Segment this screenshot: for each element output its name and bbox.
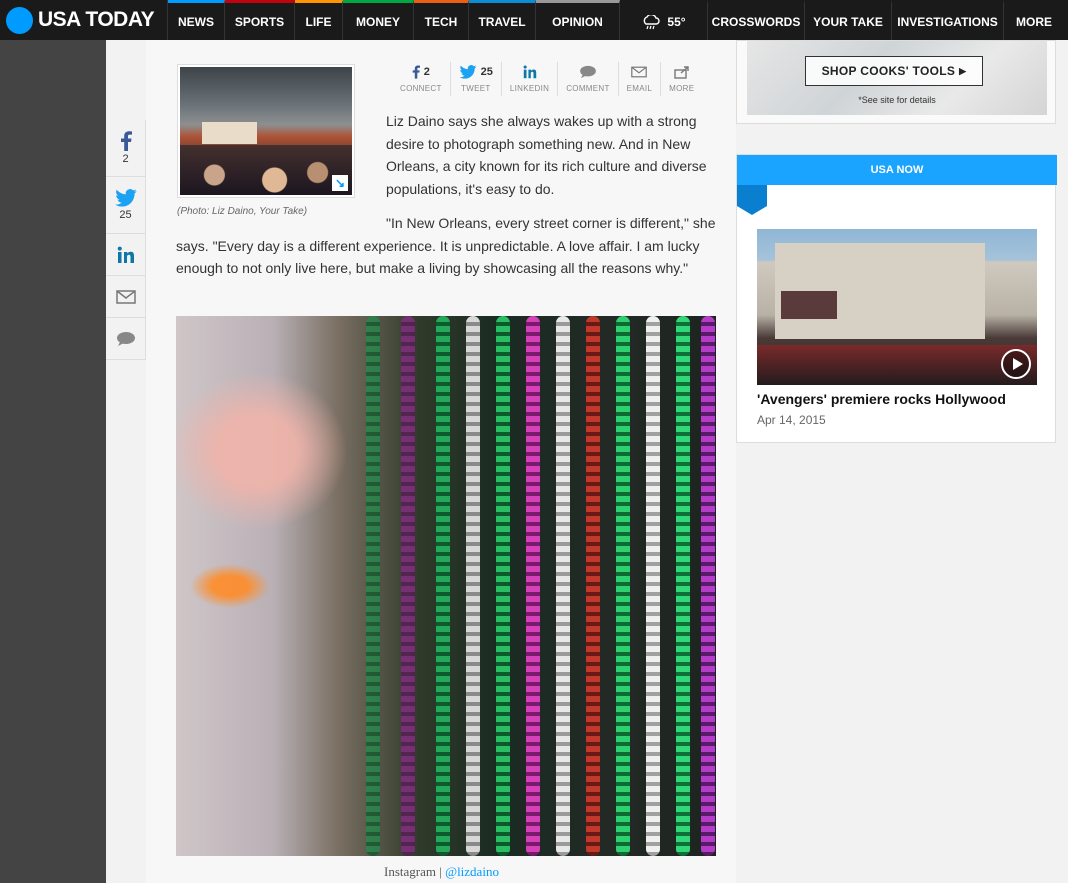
stage-shape xyxy=(202,122,257,144)
article-thumbnail[interactable]: ↘ xyxy=(177,64,355,198)
concert-crowd-image: ↘ xyxy=(180,67,352,195)
share-email-label: EMAIL xyxy=(626,84,653,93)
article-paragraph-1: Liz Daino says she always wakes up with … xyxy=(386,113,707,197)
bead-strand xyxy=(676,316,690,856)
rail-comment-button[interactable] xyxy=(106,318,145,360)
ribbon-fold-shape xyxy=(737,185,767,215)
share-bar: 2 CONNECT 25 TWEET LINKEDIN COMMENT EMAI… xyxy=(392,62,712,96)
nav-news[interactable]: NEWS xyxy=(168,0,225,40)
nav-investigations[interactable]: INVESTIGATIONS xyxy=(892,0,1004,40)
caret-right-icon: ▶ xyxy=(959,65,967,76)
ad-footnote: *See site for details xyxy=(858,95,936,105)
article-content: ↘ (Photo: Liz Daino, Your Take) 2 CONNEC… xyxy=(146,40,736,883)
nav-sports[interactable]: SPORTS xyxy=(225,0,295,40)
rain-cloud-icon xyxy=(641,13,661,29)
nav-life[interactable]: LIFE xyxy=(295,0,343,40)
nav-travel[interactable]: TRAVEL xyxy=(469,0,536,40)
screen-shape xyxy=(781,291,837,319)
twitter-icon xyxy=(459,65,477,79)
share-more-button[interactable]: MORE xyxy=(661,62,702,96)
right-rail: SHOP COOKS' TOOLS ▶ *See site for detail… xyxy=(736,40,1068,883)
rail-linkedin-button[interactable] xyxy=(106,234,145,276)
logo-dot-icon xyxy=(6,6,33,34)
rail-facebook-count: 2 xyxy=(122,153,129,165)
bead-strand xyxy=(616,316,630,856)
share-linkedin-label: LINKEDIN xyxy=(509,84,550,93)
email-icon xyxy=(631,66,648,78)
photo-credit-separator: | xyxy=(435,864,446,879)
share-comment-label: COMMENT xyxy=(566,84,610,93)
nav-weather[interactable]: 55° xyxy=(620,0,708,40)
bead-strand xyxy=(466,316,480,856)
email-icon xyxy=(115,289,136,304)
crowd-shape xyxy=(180,145,352,195)
share-twitter-count: 25 xyxy=(480,66,493,78)
bead-strand xyxy=(586,316,600,856)
rail-twitter-button[interactable]: 25 xyxy=(106,177,145,234)
rail-twitter-count: 25 xyxy=(119,209,132,221)
play-icon[interactable] xyxy=(1001,349,1031,379)
share-tweet-label: TWEET xyxy=(461,84,491,93)
photo-credit: Instagram | @lizdaino xyxy=(384,864,499,880)
nav-crosswords[interactable]: CROSSWORDS xyxy=(708,0,805,40)
facebook-icon xyxy=(120,131,132,151)
bead-strand xyxy=(526,316,540,856)
share-more-label: MORE xyxy=(669,84,695,93)
bead-strand xyxy=(701,316,715,856)
ad-shop-button-label: SHOP COOKS' TOOLS xyxy=(821,64,956,78)
comment-icon xyxy=(580,65,596,79)
article-paragraph-2: "In New Orleans, every street corner is … xyxy=(176,212,722,280)
photo-credit-source: Instagram xyxy=(384,864,436,879)
bead-strand xyxy=(556,316,570,856)
nav-tech[interactable]: TECH xyxy=(414,0,469,40)
bead-strand xyxy=(496,316,510,856)
share-rail: 2 25 xyxy=(106,120,146,360)
ad-shop-button[interactable]: SHOP COOKS' TOOLS ▶ xyxy=(805,56,983,86)
video-title-link[interactable]: 'Avengers' premiere rocks Hollywood xyxy=(757,391,1006,407)
logo-text: USA TODAY xyxy=(38,8,155,31)
rail-email-button[interactable] xyxy=(106,276,145,318)
facebook-icon xyxy=(412,65,420,79)
twitter-icon xyxy=(114,189,137,207)
usa-now-header: USA NOW xyxy=(737,155,1057,185)
share-email-button[interactable]: EMAIL xyxy=(619,62,662,96)
bead-strand xyxy=(366,316,380,856)
advertisement[interactable]: SHOP COOKS' TOOLS ▶ *See site for detail… xyxy=(736,40,1056,124)
rail-facebook-button[interactable]: 2 xyxy=(106,120,145,177)
share-arrow-icon xyxy=(674,66,689,79)
share-connect-button[interactable]: 2 CONNECT xyxy=(392,62,451,96)
video-date: Apr 14, 2015 xyxy=(757,413,826,427)
linkedin-icon xyxy=(117,246,134,263)
mardi-gras-beads-photo xyxy=(176,316,716,856)
bead-strand xyxy=(646,316,660,856)
crowd-shape xyxy=(757,345,1037,385)
share-tweet-button[interactable]: 25 TWEET xyxy=(451,62,502,96)
nav-opinion[interactable]: OPINION xyxy=(536,0,620,40)
nav-more[interactable]: MORE xyxy=(1004,0,1064,40)
share-comment-button[interactable]: COMMENT xyxy=(558,62,619,96)
share-connect-label: CONNECT xyxy=(400,84,442,93)
article-paragraph-2-text: "In New Orleans, every street corner is … xyxy=(176,215,716,276)
video-thumbnail[interactable] xyxy=(757,229,1037,385)
bead-strand xyxy=(401,316,415,856)
left-gutter xyxy=(0,40,106,883)
linkedin-icon xyxy=(523,65,536,79)
comment-icon xyxy=(116,331,135,346)
site-logo[interactable]: USA TODAY xyxy=(0,0,168,40)
nav-your-take[interactable]: YOUR TAKE xyxy=(805,0,892,40)
bead-strand xyxy=(436,316,450,856)
photo-credit-handle-link[interactable]: @lizdaino xyxy=(445,864,499,879)
top-nav: USA TODAY NEWS SPORTS LIFE MONEY TECH TR… xyxy=(0,0,1068,40)
expand-icon[interactable]: ↘ xyxy=(332,175,348,191)
usa-now-module: USA NOW 'Avengers' premiere rocks Hollyw… xyxy=(736,154,1057,443)
share-facebook-count: 2 xyxy=(423,66,430,78)
ad-image: SHOP COOKS' TOOLS ▶ *See site for detail… xyxy=(747,41,1047,115)
weather-temp: 55° xyxy=(667,14,686,29)
share-linkedin-button[interactable]: LINKEDIN xyxy=(502,62,559,96)
nav-money[interactable]: MONEY xyxy=(343,0,414,40)
